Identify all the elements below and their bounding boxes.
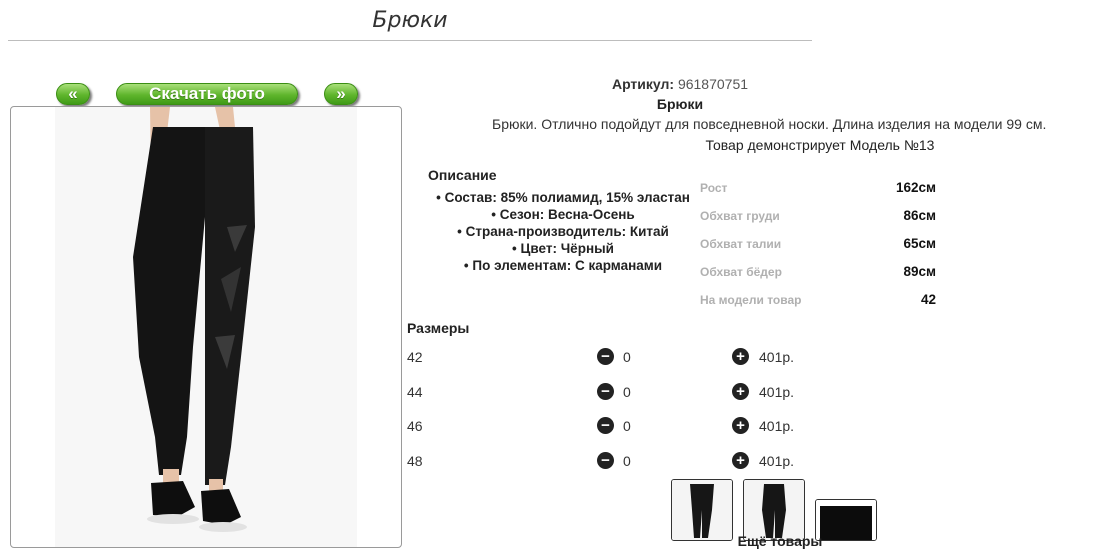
param-label: Рост bbox=[700, 181, 728, 195]
param-row: На модели товар 42 bbox=[700, 290, 940, 318]
quantity-value: 0 bbox=[623, 418, 631, 434]
increase-quantity-button[interactable]: + bbox=[732, 383, 749, 400]
product-description: Брюки. Отлично подойдут для повседневной… bbox=[492, 116, 1047, 132]
title-divider bbox=[8, 40, 812, 41]
param-label: На модели товар bbox=[700, 293, 802, 307]
size-price: 401р. bbox=[759, 418, 795, 434]
param-value: 162см bbox=[895, 180, 936, 195]
size-label: 48 bbox=[407, 453, 423, 469]
decrease-quantity-button[interactable]: − bbox=[597, 383, 614, 400]
page-title: Брюки bbox=[372, 8, 448, 33]
product-name: Брюки bbox=[656, 96, 704, 112]
photo-canvas bbox=[55, 107, 357, 547]
param-row: Обхват груди 86см bbox=[700, 206, 940, 234]
size-label: 42 bbox=[407, 349, 423, 365]
size-row: 46 − 0 + 401р. bbox=[407, 416, 827, 436]
param-value: 89см bbox=[903, 264, 936, 279]
more-products-label[interactable]: Ещё товары bbox=[700, 533, 860, 549]
decrease-quantity-button[interactable]: − bbox=[597, 452, 614, 469]
size-price: 401р. bbox=[759, 384, 795, 400]
param-value: 65см bbox=[903, 236, 936, 251]
product-photo[interactable] bbox=[10, 106, 402, 548]
model-legs-figure bbox=[55, 107, 357, 547]
specs-list: Состав: 85% полиамид, 15% эластан Сезон:… bbox=[418, 189, 708, 274]
param-label: Обхват груди bbox=[700, 209, 780, 223]
article-value: 961870751 bbox=[677, 76, 749, 92]
spec-item: Состав: 85% полиамид, 15% эластан bbox=[418, 189, 708, 206]
spec-item: По элементам: С карманами bbox=[418, 257, 708, 274]
size-row: 44 − 0 + 401р. bbox=[407, 382, 827, 402]
param-value: 42 bbox=[920, 292, 936, 307]
param-label: Обхват бёдер bbox=[700, 265, 782, 279]
size-row: 42 − 0 + 401р. bbox=[407, 347, 827, 367]
spec-item: Сезон: Весна-Осень bbox=[418, 206, 708, 223]
param-label: Обхват талии bbox=[700, 237, 782, 251]
sizes-title: Размеры bbox=[407, 320, 470, 336]
decrease-quantity-button[interactable]: − bbox=[597, 348, 614, 365]
param-row: Обхват талии 65см bbox=[700, 234, 940, 262]
param-row: Рост 162см bbox=[700, 178, 940, 206]
thumbnail-legs-icon bbox=[672, 480, 732, 540]
download-photo-button[interactable]: Скачать фото bbox=[116, 83, 298, 105]
size-row: 48 − 0 + 401р. bbox=[407, 451, 827, 471]
increase-quantity-button[interactable]: + bbox=[732, 348, 749, 365]
article-label: Артикул: bbox=[611, 76, 675, 92]
increase-quantity-button[interactable]: + bbox=[732, 452, 749, 469]
specs-title: Описание bbox=[428, 167, 497, 183]
spec-item: Страна-производитель: Китай bbox=[418, 223, 708, 240]
quantity-value: 0 bbox=[623, 453, 631, 469]
param-value: 86см bbox=[903, 208, 936, 223]
increase-quantity-button[interactable]: + bbox=[732, 417, 749, 434]
size-label: 46 bbox=[407, 418, 423, 434]
decrease-quantity-button[interactable]: − bbox=[597, 417, 614, 434]
size-price: 401р. bbox=[759, 453, 795, 469]
thumbnail-side[interactable] bbox=[743, 479, 805, 541]
article-number: Артикул: 961870751 bbox=[400, 76, 960, 92]
spec-item: Цвет: Чёрный bbox=[418, 240, 708, 257]
param-row: Обхват бёдер 89см bbox=[700, 262, 940, 290]
quantity-value: 0 bbox=[623, 349, 631, 365]
thumbnail-front[interactable] bbox=[671, 479, 733, 541]
prev-photo-button[interactable]: « bbox=[56, 83, 90, 105]
next-photo-button[interactable]: » bbox=[324, 83, 358, 105]
size-label: 44 bbox=[407, 384, 423, 400]
model-params-table: Рост 162см Обхват груди 86см Обхват тали… bbox=[700, 178, 940, 318]
model-demo-line: Товар демонстрирует Модель №13 bbox=[705, 137, 935, 153]
quantity-value: 0 bbox=[623, 384, 631, 400]
size-price: 401р. bbox=[759, 349, 795, 365]
thumbnail-legs-icon bbox=[744, 480, 804, 540]
